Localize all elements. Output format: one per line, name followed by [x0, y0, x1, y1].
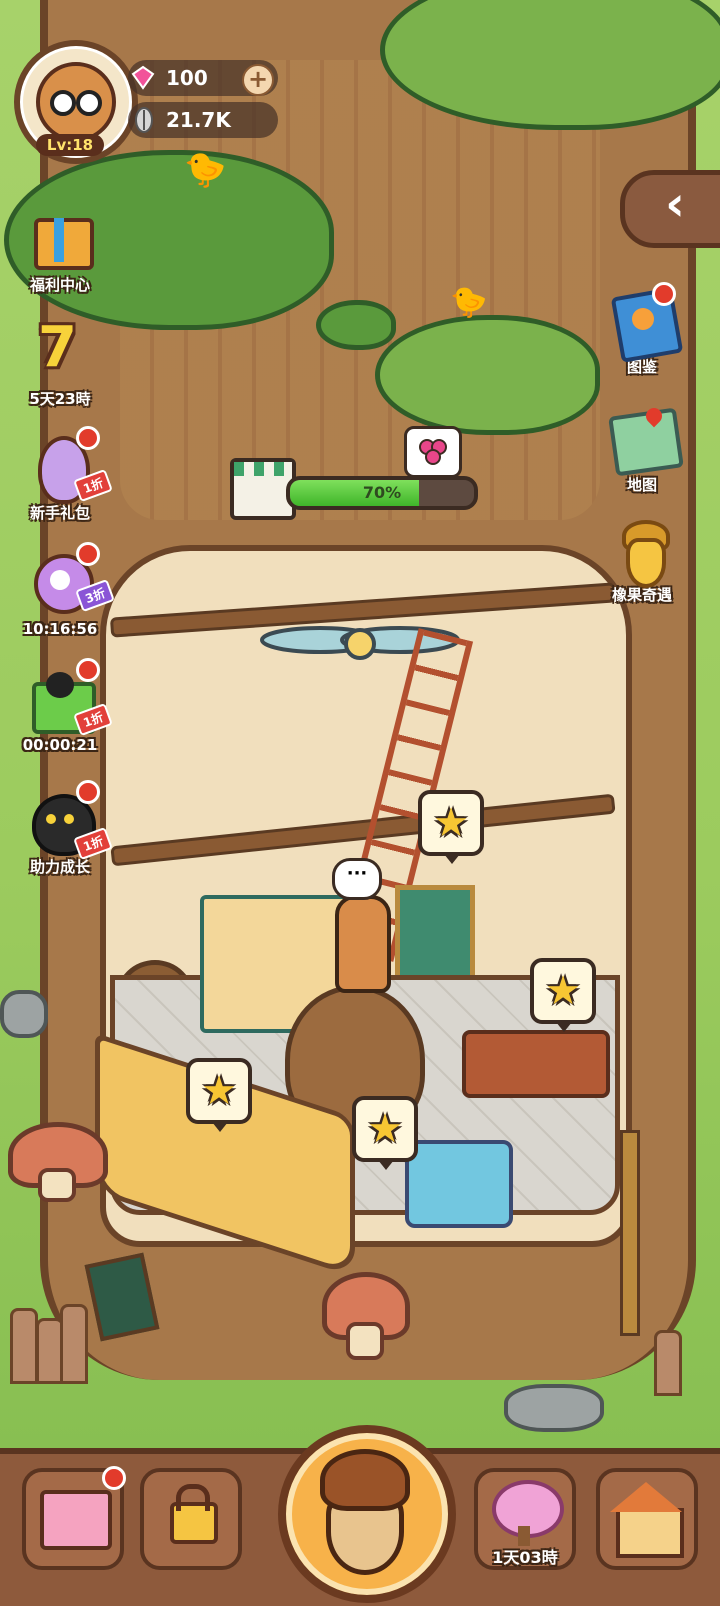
- fence-post: [10, 1308, 38, 1384]
- star-icon: ★: [433, 800, 469, 846]
- seed-amount: 21.7K: [166, 108, 231, 132]
- nest-bird-icon: 🐤: [450, 285, 488, 320]
- cat-basket-offer-button[interactable]: 1折 00:00:21: [12, 658, 113, 754]
- alarm-clock-icon: 3折: [24, 542, 115, 620]
- book-icon: [606, 282, 684, 363]
- mushroom-left-stem: [38, 1168, 76, 1202]
- locked-slot-button[interactable]: [140, 1468, 242, 1570]
- main-acorn-button[interactable]: [278, 1425, 456, 1603]
- shop-cart-icon: [40, 1490, 112, 1550]
- pink-gems-icon: [419, 439, 447, 465]
- growth-support-button[interactable]: 1折 助力成长: [12, 780, 113, 876]
- collection-book-button[interactable]: 图鉴: [594, 282, 690, 376]
- sunflower-seed-icon: [135, 107, 153, 133]
- cat-avatar-icon: [36, 62, 116, 142]
- cat-basket-timer: 00:00:21: [22, 736, 98, 754]
- notification-dot: [76, 426, 100, 450]
- welfare-center-label: 福利中心: [29, 276, 90, 294]
- gift-box-icon: [24, 204, 96, 276]
- map-button[interactable]: 地图: [594, 404, 690, 494]
- ice-cream-freezer[interactable]: [405, 1140, 513, 1228]
- notification-dot: [102, 1466, 126, 1490]
- house-button[interactable]: [596, 1468, 698, 1570]
- cat-basket-icon: 1折: [24, 658, 113, 737]
- seed-counter: 21.7K: [128, 102, 278, 138]
- cherry-tree-button[interactable]: 1天03時: [474, 1468, 576, 1570]
- gem-icon: [131, 65, 155, 90]
- star-bubble[interactable]: ★: [186, 1058, 252, 1132]
- progress-label: 70%: [362, 483, 402, 502]
- gem-amount: 100: [166, 66, 208, 90]
- level-badge: Lv:18: [36, 134, 104, 156]
- limited-offer-button[interactable]: 3折 10:16:56: [12, 542, 115, 638]
- golden-acorn-icon: [606, 514, 678, 588]
- chevron-left-icon: ‹: [665, 176, 685, 232]
- notification-dot: [76, 542, 100, 566]
- fence-post: [654, 1330, 682, 1396]
- progress-bar: 70%: [286, 476, 478, 510]
- notification-dot: [76, 780, 100, 804]
- collection-book-label: 图鉴: [626, 358, 657, 376]
- star-bubble[interactable]: ★: [352, 1096, 418, 1170]
- shop-cart-button[interactable]: [22, 1466, 126, 1570]
- speech-bubble[interactable]: ···: [332, 858, 382, 900]
- star-icon: ★: [201, 1068, 237, 1114]
- mini-tree-decoration: [316, 300, 396, 350]
- bird-icon: 🐤: [184, 150, 227, 190]
- acorn-adventure-button[interactable]: 橡果奇遇: [594, 514, 690, 604]
- cherry-tree-timer: 1天03時: [492, 1548, 558, 1567]
- seven-day-icon: 7: [38, 315, 77, 380]
- street-lamp: [620, 1130, 640, 1336]
- collapse-menu-button[interactable]: ‹: [620, 170, 720, 248]
- seven-day-timer: 5天23時: [29, 390, 91, 408]
- acorn-adventure-label: 橡果奇遇: [611, 586, 672, 604]
- shopkeeper-character[interactable]: [335, 895, 391, 993]
- notification-dot: [76, 658, 100, 682]
- star-icon: ★: [367, 1106, 403, 1152]
- map-icon: [606, 404, 684, 477]
- rock-left: [0, 990, 48, 1038]
- seven-day-event-button[interactable]: 7 5天23時: [12, 315, 108, 409]
- starter-pack-label: 新手礼包: [29, 504, 90, 522]
- star-icon: ★: [545, 968, 581, 1014]
- limited-offer-timer: 10:16:56: [22, 620, 98, 638]
- starter-pack-button[interactable]: 1折 新手礼包: [12, 426, 113, 522]
- gem-reward-bubble[interactable]: [404, 426, 462, 478]
- welfare-center-button[interactable]: 福利中心: [12, 204, 108, 294]
- growth-support-label: 助力成长: [29, 858, 90, 876]
- star-bubble[interactable]: ★: [418, 790, 484, 864]
- cashier-desk[interactable]: [462, 1030, 610, 1098]
- fence-post: [60, 1304, 88, 1384]
- gem-counter: 100 +: [128, 60, 278, 96]
- rock: [504, 1384, 604, 1432]
- black-cat-icon: 1折: [24, 780, 113, 861]
- notification-dot: [652, 282, 676, 306]
- add-gems-button[interactable]: +: [242, 64, 274, 96]
- map-label: 地图: [626, 476, 657, 494]
- egg-clock-icon: 1折: [24, 426, 113, 504]
- foliage-middle: [375, 315, 600, 435]
- star-bubble[interactable]: ★: [530, 958, 596, 1032]
- mushroom-bottom-stem: [346, 1322, 384, 1360]
